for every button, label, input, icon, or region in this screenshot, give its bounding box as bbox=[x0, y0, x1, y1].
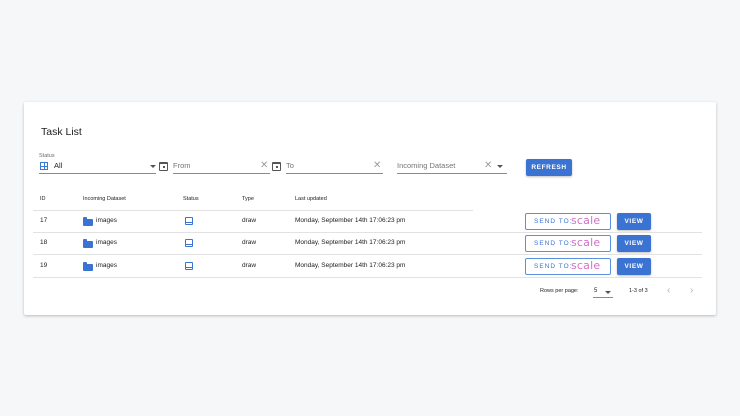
column-header-id: ID bbox=[40, 196, 46, 202]
row-id: 19 bbox=[40, 262, 48, 269]
row-type: draw bbox=[242, 239, 257, 246]
status-filter-label: Status bbox=[39, 153, 55, 159]
row-last-updated: Monday, September 14th 17:06:23 pm bbox=[295, 239, 406, 246]
row-last-updated: Monday, September 14th 17:06:23 pm bbox=[295, 217, 406, 224]
row-dataset: images bbox=[96, 239, 117, 246]
folder-icon bbox=[83, 217, 93, 226]
refresh-button[interactable]: REFRESH bbox=[526, 159, 572, 176]
rows-per-page-select[interactable]: 5 bbox=[593, 285, 613, 298]
row-type: draw bbox=[242, 217, 257, 224]
send-to-scale-button[interactable]: SEND TO: scale bbox=[525, 213, 611, 230]
row-divider bbox=[33, 254, 702, 255]
inbox-icon bbox=[185, 262, 193, 270]
incoming-dataset-placeholder: Incoming Dataset bbox=[397, 161, 456, 170]
inbox-icon bbox=[185, 239, 193, 247]
to-date-placeholder: To bbox=[286, 161, 294, 170]
rows-per-page-label: Rows per page: bbox=[540, 288, 579, 294]
header-divider bbox=[33, 210, 473, 211]
status-select[interactable]: All bbox=[39, 160, 156, 174]
folder-icon bbox=[83, 239, 93, 248]
folder-icon bbox=[83, 262, 93, 271]
send-to-scale-button[interactable]: SEND TO: scale bbox=[525, 235, 611, 252]
from-date-field[interactable]: From bbox=[173, 160, 270, 174]
scale-logo: scale bbox=[571, 259, 601, 272]
calendar-icon[interactable] bbox=[272, 162, 281, 171]
view-button[interactable]: VIEW bbox=[617, 235, 651, 252]
page-title: Task List bbox=[41, 126, 82, 138]
row-type: draw bbox=[242, 262, 257, 269]
task-list-card: Task List Status All From ✕ To ✕ Incomin… bbox=[24, 102, 716, 315]
view-button[interactable]: VIEW bbox=[617, 213, 651, 230]
row-divider bbox=[33, 232, 702, 233]
scale-logo: scale bbox=[571, 236, 601, 249]
row-dataset: images bbox=[96, 217, 117, 224]
clear-icon[interactable]: ✕ bbox=[484, 161, 492, 171]
from-date-placeholder: From bbox=[173, 161, 191, 170]
row-divider bbox=[33, 277, 702, 278]
chevron-down-icon[interactable] bbox=[150, 165, 156, 168]
inbox-icon bbox=[185, 217, 193, 225]
status-select-value: All bbox=[54, 161, 63, 170]
row-last-updated: Monday, September 14th 17:06:23 pm bbox=[295, 262, 406, 269]
row-id: 17 bbox=[40, 217, 48, 224]
send-to-label: SEND TO: bbox=[534, 240, 573, 247]
send-to-label: SEND TO: bbox=[534, 218, 573, 225]
view-button[interactable]: VIEW bbox=[617, 258, 651, 275]
chevron-down-icon[interactable] bbox=[605, 291, 611, 294]
row-id: 18 bbox=[40, 239, 48, 246]
chevron-right-icon[interactable]: › bbox=[690, 285, 693, 296]
calendar-icon[interactable] bbox=[159, 162, 168, 171]
chevron-left-icon[interactable]: ‹ bbox=[667, 285, 670, 296]
column-header-last-updated: Last updated bbox=[295, 196, 327, 202]
send-to-label: SEND TO: bbox=[534, 263, 573, 270]
column-header-status: Status bbox=[183, 196, 199, 202]
scale-logo: scale bbox=[571, 214, 601, 227]
send-to-scale-button[interactable]: SEND TO: scale bbox=[525, 258, 611, 275]
row-dataset: images bbox=[96, 262, 117, 269]
rows-per-page-value: 5 bbox=[594, 288, 598, 294]
pagination-range: 1-3 of 3 bbox=[629, 288, 648, 294]
column-header-type: Type bbox=[242, 196, 254, 202]
chevron-down-icon[interactable] bbox=[497, 165, 503, 168]
to-date-field[interactable]: To bbox=[286, 160, 383, 174]
select-all-icon bbox=[40, 162, 48, 170]
clear-icon[interactable]: ✕ bbox=[373, 161, 381, 171]
column-header-dataset: Incoming Dataset bbox=[83, 196, 126, 202]
clear-icon[interactable]: ✕ bbox=[260, 161, 268, 171]
